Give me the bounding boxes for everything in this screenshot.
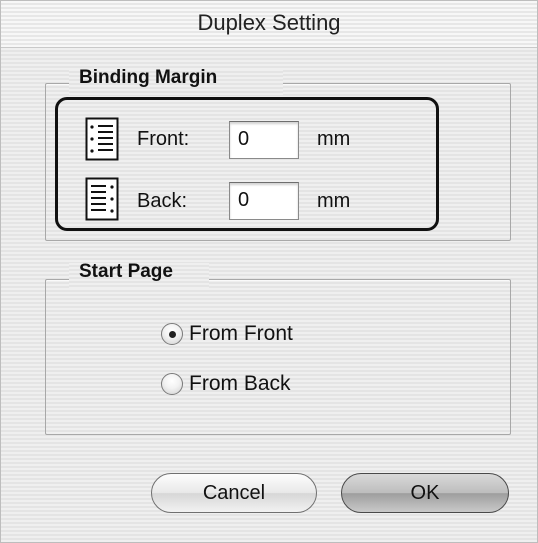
- binding-margin-legend: Binding Margin: [79, 67, 218, 88]
- right-binding-icon: [85, 177, 119, 221]
- ok-button[interactable]: OK: [341, 473, 509, 513]
- from-back-option[interactable]: From Back: [161, 370, 291, 398]
- back-unit-label: mm: [317, 190, 351, 212]
- front-unit-label: mm: [317, 128, 351, 150]
- start-page-group: [45, 279, 511, 435]
- start-page-legend: Start Page: [79, 261, 173, 282]
- front-label: Front:: [137, 128, 190, 150]
- from-front-option[interactable]: From Front: [161, 320, 293, 348]
- back-margin-input[interactable]: 0: [229, 182, 299, 220]
- from-back-label: From Back: [189, 372, 291, 395]
- left-binding-icon: [85, 117, 119, 161]
- cancel-button[interactable]: Cancel: [151, 473, 317, 513]
- duplex-setting-dialog: Duplex Setting Binding Margin Front: 0 m…: [0, 0, 538, 543]
- front-margin-input[interactable]: 0: [229, 121, 299, 159]
- from-front-label: From Front: [189, 322, 293, 345]
- title-bar[interactable]: Duplex Setting: [1, 1, 537, 48]
- back-label: Back:: [137, 190, 188, 212]
- dialog-title: Duplex Setting: [197, 10, 341, 35]
- from-back-radio[interactable]: [161, 373, 183, 395]
- from-front-radio[interactable]: [161, 323, 183, 345]
